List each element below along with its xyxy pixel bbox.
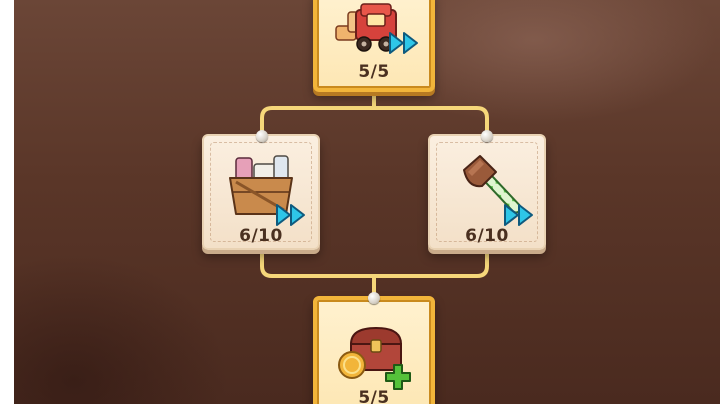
node-left-crate[interactable]: 6/10 [202,134,320,250]
progress-count: 6/10 [239,226,283,246]
pin-icon [256,130,268,142]
node-right-axe[interactable]: 6/10 [428,134,546,250]
node-top-train[interactable]: 5/5 [313,0,435,92]
fast-forward-badge-icon [389,32,418,54]
fast-forward-badge-icon [504,204,533,226]
fast-forward-badge-icon [276,204,305,226]
progress-count: 6/10 [465,226,509,246]
progress-count: 5/5 [358,388,390,404]
node-bottom-chest[interactable]: 5/5 [313,296,435,404]
pin-icon [481,130,493,142]
pin-icon [368,292,380,304]
gold-coin-icon [338,351,366,379]
progress-count: 5/5 [358,62,390,82]
upgrade-tree-board: 5/5 6/10 6/10 5/5 [14,0,720,404]
